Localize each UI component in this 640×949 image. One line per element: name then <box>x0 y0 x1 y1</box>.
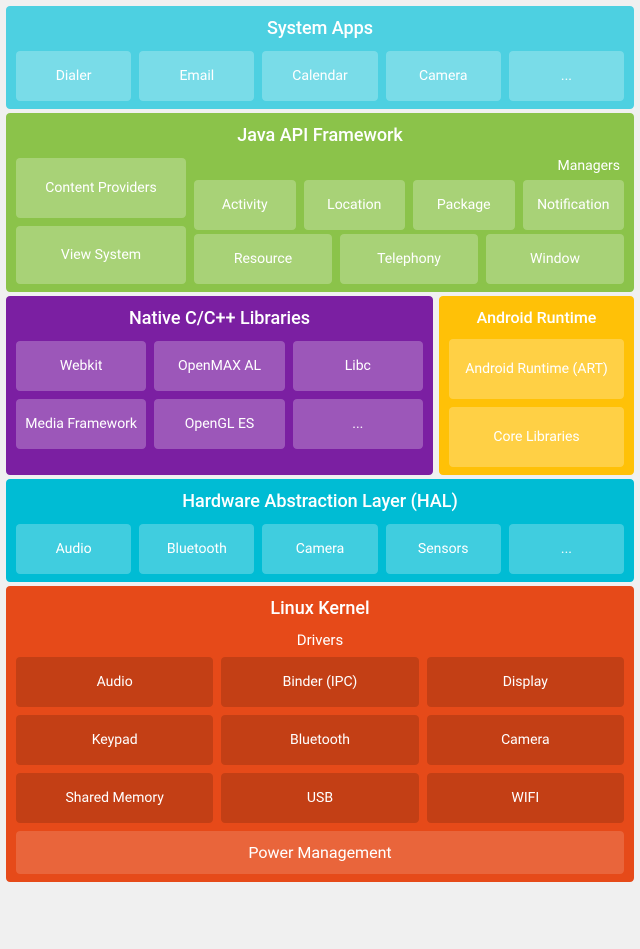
hal-more-cell: ... <box>509 524 624 574</box>
native-layer: Native C/C++ Libraries Webkit OpenMAX AL… <box>6 296 433 475</box>
drivers-label: Drivers <box>16 631 624 649</box>
hal-sensors-cell: Sensors <box>386 524 501 574</box>
managers-label: Managers <box>194 158 624 174</box>
linux-kernel-layer: Linux Kernel Drivers Audio Binder (IPC) … <box>6 586 634 882</box>
native-android-row: Native C/C++ Libraries Webkit OpenMAX AL… <box>6 296 634 475</box>
calendar-cell: Calendar <box>262 51 377 101</box>
camera-cell: Camera <box>386 51 501 101</box>
view-system-cell: View System <box>16 226 186 284</box>
power-management-cell: Power Management <box>16 831 624 874</box>
hal-camera-cell: Camera <box>262 524 377 574</box>
driver-audio-cell: Audio <box>16 657 213 707</box>
activity-cell: Activity <box>194 180 296 230</box>
system-apps-grid: Dialer Email Calendar Camera ... <box>16 51 624 101</box>
window-cell: Window <box>486 234 624 284</box>
content-providers-cell: Content Providers <box>16 158 186 218</box>
driver-keypad-cell: Keypad <box>16 715 213 765</box>
native-row1: Webkit OpenMAX AL Libc <box>16 341 423 391</box>
driver-camera-cell: Camera <box>427 715 624 765</box>
core-libraries-cell: Core Libraries <box>449 407 624 467</box>
location-cell: Location <box>304 180 406 230</box>
driver-row1: Audio Binder (IPC) Display <box>16 657 624 707</box>
openmax-cell: OpenMAX AL <box>154 341 284 391</box>
media-framework-cell: Media Framework <box>16 399 146 449</box>
email-cell: Email <box>139 51 254 101</box>
hal-audio-cell: Audio <box>16 524 131 574</box>
dialer-cell: Dialer <box>16 51 131 101</box>
art-cell: Android Runtime (ART) <box>449 339 624 399</box>
driver-usb-cell: USB <box>221 773 418 823</box>
android-runtime-layer: Android Runtime Android Runtime (ART) Co… <box>439 296 634 475</box>
managers-row1: Activity Location Package Notification <box>194 180 624 230</box>
libc-cell: Libc <box>293 341 423 391</box>
system-apps-title: System Apps <box>16 14 624 43</box>
managers-col: Managers Activity Location Package Notif… <box>194 158 624 284</box>
driver-display-cell: Display <box>427 657 624 707</box>
notification-cell: Notification <box>523 180 625 230</box>
hal-layer: Hardware Abstraction Layer (HAL) Audio B… <box>6 479 634 582</box>
driver-shared-memory-cell: Shared Memory <box>16 773 213 823</box>
driver-row2: Keypad Bluetooth Camera <box>16 715 624 765</box>
java-api-content: Content Providers View System Managers A… <box>16 158 624 284</box>
driver-bluetooth-cell: Bluetooth <box>221 715 418 765</box>
telephony-cell: Telephony <box>340 234 478 284</box>
hal-title: Hardware Abstraction Layer (HAL) <box>16 487 624 516</box>
android-runtime-title: Android Runtime <box>449 304 624 331</box>
java-api-title: Java API Framework <box>16 121 624 150</box>
native-title: Native C/C++ Libraries <box>16 304 423 333</box>
package-cell: Package <box>413 180 515 230</box>
hal-bluetooth-cell: Bluetooth <box>139 524 254 574</box>
content-providers-col: Content Providers View System <box>16 158 186 284</box>
java-api-layer: Java API Framework Content Providers Vie… <box>6 113 634 292</box>
android-runtime-cells: Android Runtime (ART) Core Libraries <box>449 339 624 467</box>
managers-row2: Resource Telephony Window <box>194 234 624 284</box>
linux-title: Linux Kernel <box>16 594 624 623</box>
more-cell: ... <box>509 51 624 101</box>
hal-cells: Audio Bluetooth Camera Sensors ... <box>16 524 624 574</box>
resource-cell: Resource <box>194 234 332 284</box>
driver-binder-cell: Binder (IPC) <box>221 657 418 707</box>
driver-wifi-cell: WIFI <box>427 773 624 823</box>
opengl-cell: OpenGL ES <box>154 399 284 449</box>
native-more-cell: ... <box>293 399 423 449</box>
webkit-cell: Webkit <box>16 341 146 391</box>
system-apps-layer: System Apps Dialer Email Calendar Camera… <box>6 6 634 109</box>
driver-row3: Shared Memory USB WIFI <box>16 773 624 823</box>
native-row2: Media Framework OpenGL ES ... <box>16 399 423 449</box>
